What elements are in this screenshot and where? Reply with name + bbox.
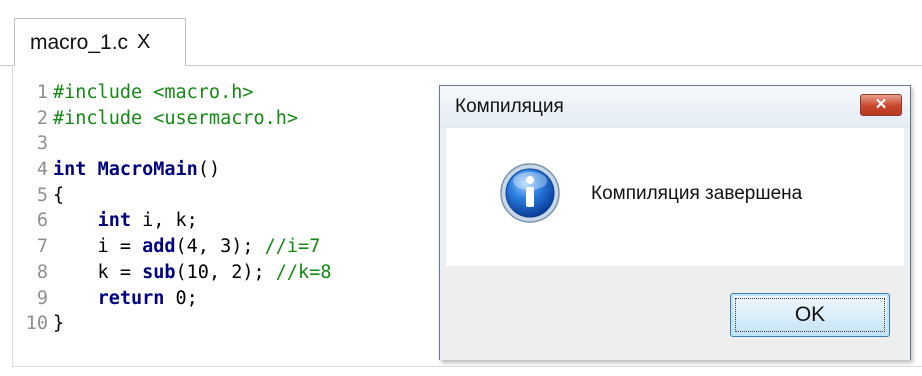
- code-token: sub: [142, 261, 176, 283]
- line-number: 5: [36, 184, 48, 206]
- code-token: //k=8: [275, 261, 332, 283]
- code-token: int: [97, 210, 131, 232]
- code-line[interactable]: 6 int i, k;: [14, 208, 331, 234]
- top-strip: [0, 0, 922, 12]
- code-token: 0;: [164, 287, 198, 309]
- code-token: add: [142, 236, 176, 258]
- dialog-close-button[interactable]: ✕: [860, 94, 902, 116]
- tab-macro-file[interactable]: macro_1.c X: [14, 18, 186, 66]
- code-token: }: [53, 313, 65, 335]
- code-editor[interactable]: 1 #include <macro.h> 2 #include <usermacro.…: [14, 80, 332, 337]
- code-token: i, k;: [130, 210, 198, 232]
- code-line[interactable]: 9 return 0;: [14, 286, 331, 312]
- code-token: i =: [53, 236, 143, 258]
- dialog-footer: OK: [440, 266, 910, 360]
- focus-outline: [735, 298, 885, 332]
- tab-title: macro_1.c: [30, 30, 129, 54]
- line-number: 2: [36, 107, 48, 129]
- line-number: 4: [36, 159, 48, 181]
- line-number: 9: [36, 287, 48, 309]
- ok-button[interactable]: OK: [730, 293, 890, 337]
- dialog-titlebar: Компиляция ✕: [440, 86, 910, 128]
- editor-border-left: [12, 66, 13, 366]
- code-line[interactable]: 7 i = add(4, 3); //i=7: [14, 234, 331, 260]
- line-number: 7: [36, 236, 48, 258]
- code-token: int: [53, 159, 87, 181]
- compile-dialog: Компиляция ✕ Компиляция завершена OK: [439, 85, 911, 360]
- tab-close-button[interactable]: X: [137, 31, 150, 54]
- line-number: 10: [25, 313, 48, 335]
- code-line[interactable]: 4 int MacroMain(): [14, 157, 331, 183]
- code-token: (10, 2);: [175, 261, 276, 283]
- code-token: (4, 3);: [175, 236, 265, 258]
- line-number: 8: [36, 261, 48, 283]
- line-number: 6: [36, 210, 48, 232]
- line-number: 1: [36, 82, 48, 103]
- code-line[interactable]: 8 k = sub(10, 2); //k=8: [14, 260, 332, 286]
- line-number: 3: [36, 133, 48, 155]
- code-token: {: [53, 184, 65, 206]
- code-token: (): [197, 159, 221, 181]
- code-line[interactable]: 1 #include <macro.h>: [14, 80, 331, 106]
- code-token: MacroMain: [97, 159, 198, 181]
- code-line[interactable]: 3: [14, 131, 331, 157]
- code-line[interactable]: 5{: [14, 183, 331, 209]
- info-icon: [500, 163, 560, 223]
- code-token: #include <usermacro.h>: [53, 107, 299, 129]
- dialog-body: Компиляция завершена: [446, 128, 904, 266]
- code-line[interactable]: 10}: [14, 311, 331, 337]
- code-token: #include <macro.h>: [53, 82, 254, 103]
- code-token: k =: [53, 261, 143, 283]
- code-line[interactable]: 2 #include <usermacro.h>: [14, 106, 331, 132]
- editor-border-bottom: [12, 366, 922, 367]
- dialog-title: Компиляция: [455, 96, 564, 117]
- code-token: //i=7: [264, 236, 321, 258]
- dialog-message: Компиляция завершена: [591, 183, 803, 204]
- code-token: return: [97, 287, 165, 309]
- tab-divider: [186, 65, 922, 66]
